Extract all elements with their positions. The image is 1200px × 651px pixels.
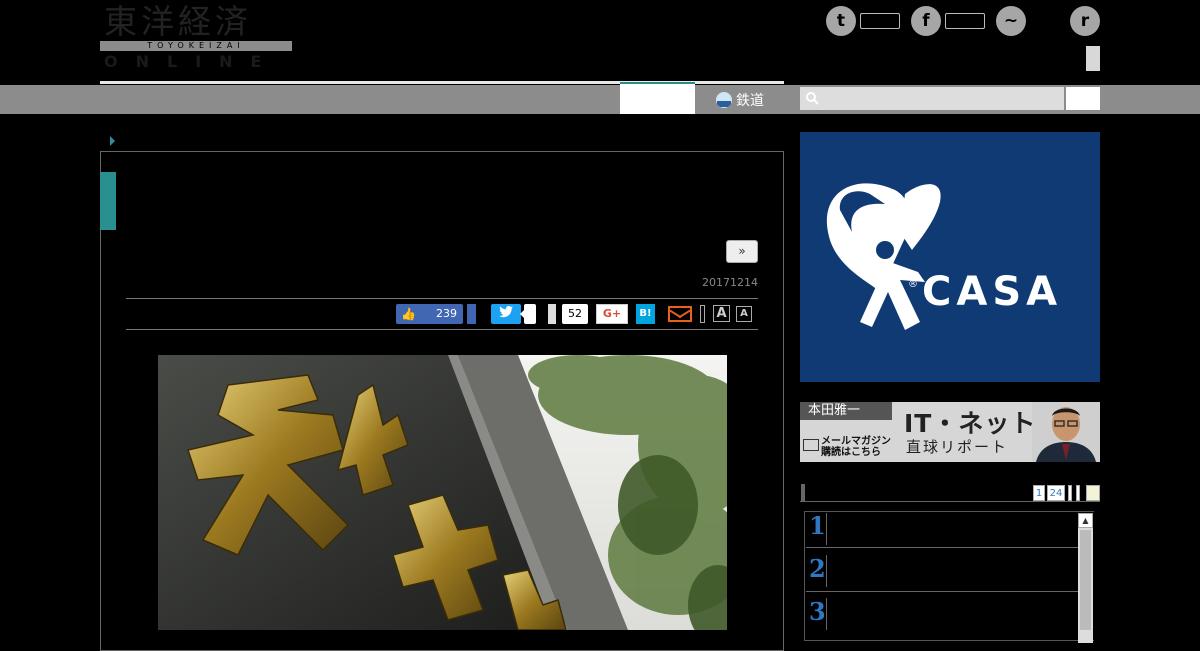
mail-icon[interactable] [668, 306, 692, 322]
article-photo [158, 355, 727, 630]
messenger-icon[interactable]: ~ [996, 6, 1026, 36]
svg-text:®: ® [908, 279, 918, 290]
share-bar-top-divider [126, 298, 758, 299]
casa-brand-text: CASA [922, 269, 1063, 315]
banner-title: IT・ネット [904, 409, 1037, 438]
ranking-tab-3[interactable] [1068, 485, 1072, 501]
ranking-scrollbar-thumb[interactable] [1080, 530, 1091, 630]
hatena-bookmark-button[interactable]: B! [636, 304, 655, 324]
banner-mail-line2: 購読はこちら [821, 447, 881, 458]
it-net-mail-magazine-banner[interactable]: 本田雅一 IT・ネット 直球リポート メールマガジン 購読はこちら [800, 402, 1100, 462]
tweet-button[interactable] [491, 304, 521, 324]
envelope-icon [803, 439, 819, 451]
casa-heart-logo-icon: ® [826, 183, 941, 330]
twitter-follow-count [860, 13, 900, 29]
rank-divider [826, 598, 827, 630]
tweet-count-bubble [520, 304, 536, 324]
font-size-large-button[interactable]: A [713, 305, 730, 322]
share-count-tab [548, 304, 556, 324]
facebook-like-count [945, 13, 985, 29]
casa-ad-banner[interactable]: ® CASA [800, 132, 1100, 382]
member-login-button[interactable] [1086, 46, 1100, 71]
ranking-tab-4[interactable] [1076, 485, 1080, 501]
rank-divider [826, 513, 827, 545]
nav-tab-rail-label: 鉄道 [736, 92, 764, 109]
twitter-icon[interactable]: t [826, 6, 856, 36]
logo-band-text: TOYOKEIZAI [147, 41, 245, 50]
facebook-like-button[interactable]: 👍 239 [396, 304, 463, 324]
share-count: 52 [562, 304, 588, 324]
next-page-button[interactable]: » [726, 240, 758, 263]
thumbs-up-icon: 👍 [401, 307, 416, 321]
ranking-tab-1h[interactable]: 1 [1033, 485, 1045, 501]
font-size-small-button[interactable]: A [736, 306, 752, 322]
site-logo-kanji[interactable]: 東洋経済 [104, 4, 252, 40]
nav-tab-active[interactable] [620, 82, 695, 114]
search-input[interactable] [800, 87, 1064, 110]
banner-subtitle: 直球リポート [906, 438, 1009, 456]
author-portrait [1032, 402, 1100, 462]
rss-icon[interactable]: r [1070, 6, 1100, 36]
site-logo-online[interactable]: ONLINE [104, 52, 279, 71]
search-icon [805, 91, 819, 105]
breadcrumb-arrow-icon [110, 136, 115, 146]
twitter-bird-icon [499, 306, 513, 318]
article-date: 20171214 [702, 276, 758, 289]
rank-row-line [806, 547, 1078, 548]
facebook-share-button[interactable] [467, 304, 476, 324]
banner-mail-text: メールマガジン 購読はこちら [821, 436, 891, 458]
train-icon [716, 91, 732, 108]
banner-author: 本田雅一 [800, 402, 892, 420]
rank-row-line [806, 591, 1078, 592]
ranking-tab-24h[interactable]: 24 [1047, 485, 1065, 501]
rank-number-3: 3 [809, 597, 826, 626]
article-category-tab [100, 172, 116, 230]
ranking-tab-5[interactable] [1086, 485, 1100, 501]
rank-number-2: 2 [809, 554, 826, 583]
search-button[interactable] [1066, 87, 1100, 110]
share-separator [700, 305, 705, 323]
nav-tab-rail[interactable]: 鉄道 [696, 85, 784, 114]
facebook-icon[interactable]: f [911, 6, 941, 36]
like-count: 239 [436, 307, 457, 320]
ranking-header-marker [801, 484, 805, 501]
scroll-up-arrow-icon[interactable]: ▲ [1078, 513, 1093, 528]
site-logo-band: TOYOKEIZAI [100, 41, 292, 51]
banner-mail-line1: メールマガジン [821, 436, 891, 447]
rank-number-1: 1 [809, 511, 826, 540]
google-plus-button[interactable]: G+ [596, 304, 628, 324]
share-bar-bottom-divider [126, 329, 758, 330]
rank-divider [826, 555, 827, 587]
ranking-list [804, 511, 1094, 641]
